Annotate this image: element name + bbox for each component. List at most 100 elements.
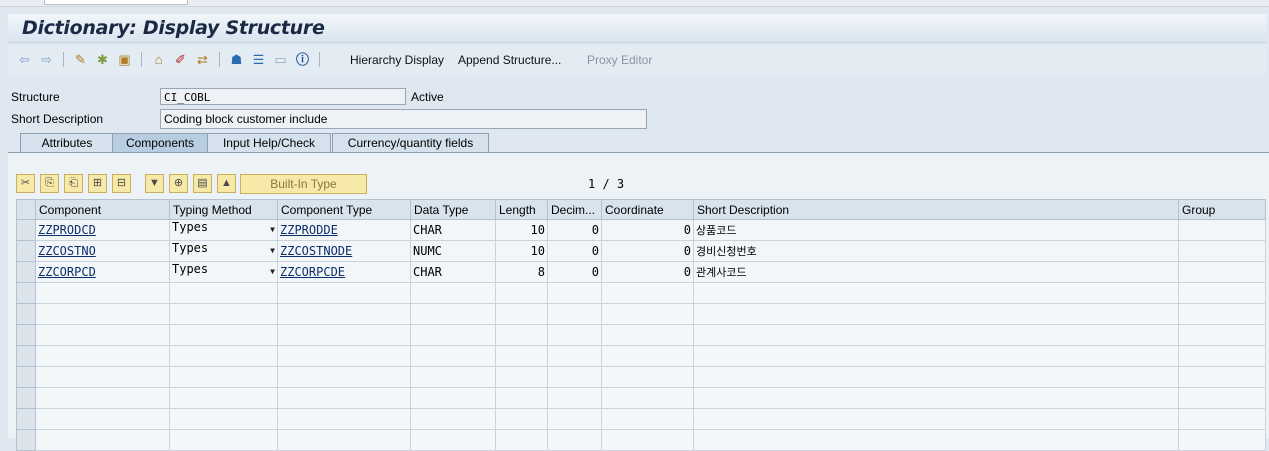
short-description-cell[interactable]: 경비신청번호 <box>693 240 1179 262</box>
insert-row-icon[interactable]: ⊞ <box>88 174 107 193</box>
coordinate-cell[interactable]: 0 <box>601 219 694 241</box>
command-field[interactable] <box>44 0 188 5</box>
empty-row <box>16 429 1266 451</box>
dropdown-icon[interactable]: ▼ <box>270 242 275 261</box>
dropdown-icon[interactable]: ▼ <box>270 221 275 240</box>
tab-components[interactable]: Components <box>112 133 208 152</box>
display-change-icon[interactable]: ✎ <box>72 51 89 68</box>
short-description-cell[interactable]: 상품코드 <box>693 219 1179 241</box>
command-strip <box>0 0 1269 7</box>
tab-currency-quantity-fields[interactable]: Currency/quantity fields <box>332 133 489 152</box>
column-coordinate[interactable]: Coordinate <box>601 199 694 220</box>
column-decimals[interactable]: Decim... <box>547 199 602 220</box>
select-all-header[interactable] <box>16 199 36 220</box>
row-selector[interactable] <box>16 219 36 241</box>
frame-icon[interactable]: ▭ <box>272 51 289 68</box>
list-icon[interactable]: ☰ <box>250 51 267 68</box>
decimals-cell[interactable]: 0 <box>547 261 602 283</box>
short-description-cell[interactable]: 관계사코드 <box>693 261 1179 283</box>
column-component[interactable]: Component <box>35 199 170 220</box>
insert-include-icon[interactable]: ⊕ <box>169 174 188 193</box>
collapse-icon[interactable]: ▲ <box>217 174 236 193</box>
component-cell[interactable]: ZZCOSTNO <box>35 240 170 262</box>
magic-wand-icon[interactable]: ✐ <box>172 51 189 68</box>
empty-row <box>16 282 1266 304</box>
cut-icon[interactable]: ✂ <box>16 174 35 193</box>
decimals-cell[interactable]: 0 <box>547 219 602 241</box>
component-type-cell[interactable]: ZZPRODDE <box>277 219 411 241</box>
empty-row <box>16 303 1266 325</box>
structure-label: Structure <box>11 90 60 104</box>
info-icon[interactable]: ⓘ <box>294 51 311 68</box>
forward-icon[interactable]: ⇨ <box>38 51 55 68</box>
components-table: Component Typing Method Component Type D… <box>16 199 1269 451</box>
application-toolbar: ⇦ ⇨ ✎ ✱ ▣ ⌂ ✐ ⇄ ☗ ☰ ▭ ⓘ Hierarchy Displa… <box>8 45 1267 75</box>
tab-attributes[interactable]: Attributes <box>20 133 114 152</box>
row-selector[interactable] <box>16 303 36 325</box>
row-selector[interactable] <box>16 429 36 451</box>
check-icon[interactable]: ✱ <box>94 51 111 68</box>
hierarchy-icon[interactable]: ☗ <box>228 51 245 68</box>
toolbar-separator <box>141 52 142 67</box>
row-selector[interactable] <box>16 324 36 346</box>
data-type-cell[interactable]: NUMC <box>410 240 496 262</box>
component-cell[interactable]: ZZPRODCD <box>35 219 170 241</box>
delete-row-icon[interactable]: ⊟ <box>112 174 131 193</box>
typing-method-cell[interactable]: Types ▼ <box>169 240 278 262</box>
group-cell[interactable] <box>1178 219 1266 241</box>
tab-input-help-check[interactable]: Input Help/Check <box>207 133 331 152</box>
length-cell[interactable]: 8 <box>495 261 548 283</box>
empty-row <box>16 345 1266 367</box>
filter-icon[interactable]: ▼ <box>145 174 164 193</box>
row-selector[interactable] <box>16 261 36 283</box>
coordinate-cell[interactable]: 0 <box>601 240 694 262</box>
hierarchy-display-button[interactable]: Hierarchy Display <box>350 53 444 67</box>
other-object-icon[interactable]: ⇄ <box>194 51 211 68</box>
decimals-cell[interactable]: 0 <box>547 240 602 262</box>
row-selector[interactable] <box>16 345 36 367</box>
structure-field[interactable]: CI_COBL <box>160 88 406 105</box>
status-label: Active <box>411 90 444 104</box>
column-data-type[interactable]: Data Type <box>410 199 496 220</box>
component-type-cell[interactable]: ZZCOSTNODE <box>277 240 411 262</box>
data-type-cell[interactable]: CHAR <box>410 219 496 241</box>
activate-icon[interactable]: ▣ <box>116 51 133 68</box>
copy-icon[interactable]: ⎘ <box>40 174 59 193</box>
length-cell[interactable]: 10 <box>495 240 548 262</box>
paste-icon[interactable]: ⎗ <box>64 174 83 193</box>
column-group[interactable]: Group <box>1178 199 1266 220</box>
dropdown-icon[interactable]: ▼ <box>270 263 275 282</box>
append-structure-button[interactable]: Append Structure... <box>458 53 561 67</box>
page-indicator: 1 / 3 <box>588 177 625 191</box>
where-used-icon[interactable]: ⌂ <box>150 51 167 68</box>
table-row: ZZCOSTNO Types ▼ ZZCOSTNODE NUMC 10 0 0 경… <box>16 240 1266 262</box>
back-icon[interactable]: ⇦ <box>16 51 33 68</box>
row-selector[interactable] <box>16 366 36 388</box>
component-cell[interactable]: ZZCORPCD <box>35 261 170 283</box>
length-cell[interactable]: 10 <box>495 219 548 241</box>
row-selector[interactable] <box>16 408 36 430</box>
column-component-type[interactable]: Component Type <box>277 199 411 220</box>
proxy-editor-button[interactable]: Proxy Editor <box>587 53 652 67</box>
group-cell[interactable] <box>1178 240 1266 262</box>
empty-row <box>16 387 1266 409</box>
row-selector[interactable] <box>16 240 36 262</box>
toolbar-separator <box>219 52 220 67</box>
typing-method-cell[interactable]: Types ▼ <box>169 261 278 283</box>
save-layout-icon[interactable]: ▤ <box>193 174 212 193</box>
column-typing-method[interactable]: Typing Method <box>169 199 278 220</box>
data-type-cell[interactable]: CHAR <box>410 261 496 283</box>
toolbar-separator <box>319 52 320 67</box>
typing-method-cell[interactable]: Types ▼ <box>169 219 278 241</box>
coordinate-cell[interactable]: 0 <box>601 261 694 283</box>
column-short-description[interactable]: Short Description <box>693 199 1179 220</box>
built-in-type-button[interactable]: Built-In Type <box>240 174 367 194</box>
column-length[interactable]: Length <box>495 199 548 220</box>
short-description-field[interactable]: Coding block customer include <box>160 109 647 129</box>
group-cell[interactable] <box>1178 261 1266 283</box>
component-type-cell[interactable]: ZZCORPCDE <box>277 261 411 283</box>
row-selector[interactable] <box>16 282 36 304</box>
row-selector[interactable] <box>16 387 36 409</box>
title-bar: Dictionary: Display Structure <box>8 14 1267 43</box>
table-row: ZZCORPCD Types ▼ ZZCORPCDE CHAR 8 0 0 관계사… <box>16 261 1266 283</box>
